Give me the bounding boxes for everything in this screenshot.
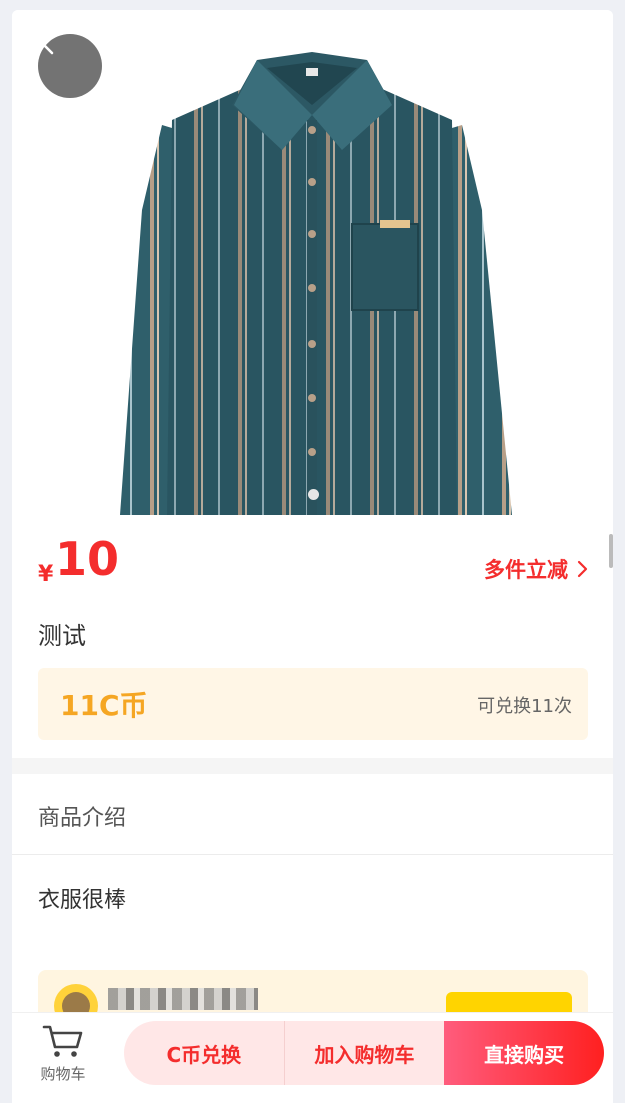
promo-label: 多件立减 [484,558,568,582]
currency-symbol: ¥ [38,562,54,587]
coin-exchange-note: 可兑换11次 [477,696,572,717]
product-description: 衣服很棒 [38,888,127,913]
cart-label: 购物车 [40,1065,86,1083]
action-buttons: C币兑换 加入购物车 直接购买 [124,1021,605,1085]
chevron-right-icon [577,560,588,578]
blurred-banner-text [108,988,258,1010]
cart-tab[interactable]: 购物车 [28,1023,98,1089]
coin-price-box: 11C币 可兑换11次 [38,668,588,740]
add-to-cart-button[interactable]: 加入购物车 [284,1021,445,1085]
price-value: 10 [55,532,120,586]
bottom-action-bar: 购物车 C币兑换 加入购物车 直接购买 [12,1012,613,1103]
back-button[interactable] [38,34,102,98]
section-divider [12,758,613,774]
buy-now-button[interactable]: 直接购买 [444,1021,605,1085]
gallery-indicator-dot[interactable] [308,489,319,500]
coin-price: 11C币 [60,689,148,722]
multi-discount-link[interactable]: 多件立减 [484,554,588,584]
striped-shirt-photo [120,52,512,515]
details-divider [12,854,613,855]
product-gallery[interactable] [12,10,613,516]
coin-exchange-button[interactable]: C币兑换 [124,1021,285,1085]
product-title: 测试 [38,622,86,650]
cart-icon [42,1025,83,1057]
details-section-title: 商品介绍 [38,806,127,831]
scrollbar-thumb[interactable] [609,534,613,568]
product-card: ¥ 10 多件立减 测试 11C币 可兑换11次 商品介绍 衣服很棒 [12,10,613,1102]
chevron-left-icon [42,35,54,55]
price-row: ¥ 10 多件立减 [38,530,588,600]
